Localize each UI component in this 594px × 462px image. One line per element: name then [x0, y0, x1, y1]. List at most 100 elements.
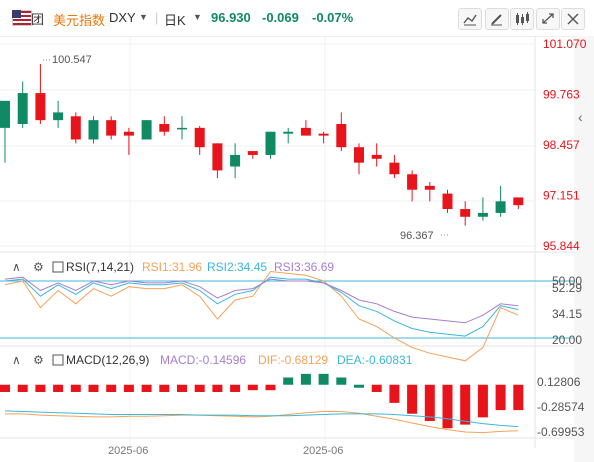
timeframe-label[interactable]: 日K: [164, 10, 186, 29]
rsi-settings-icon[interactable]: ⚙: [33, 260, 44, 274]
macd-axis: 0.12806 -0.28574 -0.69953: [537, 375, 585, 439]
macd-bar: [17, 384, 28, 392]
close-icon: [567, 13, 579, 25]
price-tick-label: 98.457: [543, 138, 580, 152]
draw-button[interactable]: [485, 8, 509, 30]
rsi2-value: RSI2:34.45: [207, 260, 267, 274]
candle-body: [159, 124, 170, 132]
macd-legend: ∧ ⚙ MACD(12,26,9) MACD:-0.14596 DIF:-0.6…: [12, 353, 413, 367]
macd-toggle-icon[interactable]: [52, 354, 64, 366]
macd-title: MACD(12,26,9): [66, 353, 149, 367]
candle-body: [230, 154, 241, 167]
rsi-title: RSI(7,14,21): [66, 260, 134, 274]
candle-body: [177, 127, 187, 130]
candle-body: [460, 209, 471, 217]
x-axis-label-1: 2025-06: [108, 445, 148, 457]
rsi-collapse-icon[interactable]: ∧: [12, 260, 21, 274]
macd-bar: [53, 384, 64, 392]
candle-body: [354, 147, 364, 163]
macd-tick-label: -0.28574: [537, 400, 585, 414]
rsi-tick-label: 52.29: [552, 281, 582, 295]
macd-bar: [35, 384, 46, 392]
macd-bar: [336, 377, 347, 385]
rsi-line-1: [4, 270, 519, 362]
macd-bar: [442, 384, 453, 429]
macd-histogram: [0, 373, 524, 429]
candle-body: [336, 124, 347, 148]
rsi-toggle-icon[interactable]: [52, 261, 64, 273]
symbol-name[interactable]: 美元指数: [53, 10, 105, 29]
macd-bar: [159, 384, 170, 392]
rsi3-value: RSI3:36.69: [274, 260, 334, 274]
price-tick-label: 97.151: [543, 188, 580, 202]
dif-value: DIF:-0.68129: [258, 353, 328, 367]
x-axis-label-2: 2025-06: [303, 445, 343, 457]
candle-body: [371, 154, 382, 159]
flag-label: 团: [31, 12, 45, 27]
macd-bar: [389, 384, 400, 403]
candle-body: [17, 93, 28, 125]
rsi-tick-label: 34.15: [552, 307, 582, 321]
candle-body: [106, 120, 117, 136]
macd-bar: [371, 384, 382, 392]
candle-body: [212, 143, 223, 171]
expand-button[interactable]: [536, 8, 560, 30]
dea-value: DEA:-0.60831: [337, 353, 413, 367]
price-tick-label: 95.844: [543, 239, 580, 253]
macd-bar: [477, 384, 488, 418]
candle-body: [123, 131, 134, 136]
candle-body: [442, 193, 453, 210]
candle-body: [477, 212, 488, 217]
macd-bar: [0, 384, 10, 392]
close-button[interactable]: [561, 8, 585, 30]
candle-body: [389, 162, 400, 175]
macd-tick-label: -0.69953: [537, 425, 585, 439]
candle-body: [424, 185, 435, 190]
rsi-axis: 50.0052.2934.1520.00: [552, 274, 582, 347]
candle-body: [407, 174, 418, 190]
macd-bar: [424, 384, 435, 421]
macd-bar: [513, 384, 524, 411]
macd-bar: [265, 384, 276, 391]
expand-icon: [542, 13, 554, 24]
candle-body: [283, 131, 294, 134]
macd-settings-icon[interactable]: ⚙: [33, 353, 44, 367]
current-price: 96.930: [211, 10, 251, 25]
rsi-line-3: [4, 276, 519, 324]
macd-bar: [230, 384, 241, 392]
macd-bar: [460, 384, 471, 425]
candle-body: [300, 127, 311, 136]
indicator-button[interactable]: [458, 8, 482, 30]
pencil-icon: [491, 14, 502, 26]
candle-body: [247, 151, 258, 155]
rsi-series: [4, 270, 519, 362]
macd-bar: [247, 384, 258, 391]
candle-body: [0, 100, 10, 128]
chart-header: 团 美元指数 DXY ▼ | 日K ▼ 96.930 -0.069 -0.07%: [0, 0, 594, 37]
macd-bar: [106, 384, 117, 392]
candlestick-icon: [516, 12, 529, 25]
macd-bar: [407, 384, 418, 414]
candle-body: [53, 112, 64, 121]
macd-collapse-icon[interactable]: ∧: [12, 353, 21, 367]
macd-bar: [495, 384, 506, 411]
low-annotation: 96.367: [400, 230, 434, 242]
ticker-label[interactable]: DXY: [109, 10, 136, 25]
candle-body: [194, 127, 205, 148]
candle-body: [265, 131, 276, 155]
macd-bar: [70, 384, 81, 392]
price-change-pct: -0.07%: [312, 10, 354, 25]
side-collapse-icon[interactable]: ‹: [578, 109, 583, 125]
macd-bar: [88, 384, 99, 392]
candle-body: [141, 120, 152, 140]
indicator-icon: [463, 14, 477, 26]
rsi-legend: ∧ ⚙ RSI(7,14,21) RSI1:31.96 RSI2:34.45 R…: [12, 260, 334, 274]
separator: |: [155, 10, 159, 25]
chart-canvas[interactable]: ‹ 101.070 99.763 98.457 97.151 95.844 100.54…: [0, 36, 594, 462]
candle-style-button[interactable]: [510, 8, 534, 30]
macd-lines: [4, 410, 519, 434]
macd-line-dif: [5, 411, 519, 434]
price-tick-label: 99.763: [543, 88, 580, 102]
timeframe-dropdown-icon[interactable]: ▼: [193, 12, 202, 22]
ticker-dropdown-icon[interactable]: ▼: [139, 12, 148, 22]
